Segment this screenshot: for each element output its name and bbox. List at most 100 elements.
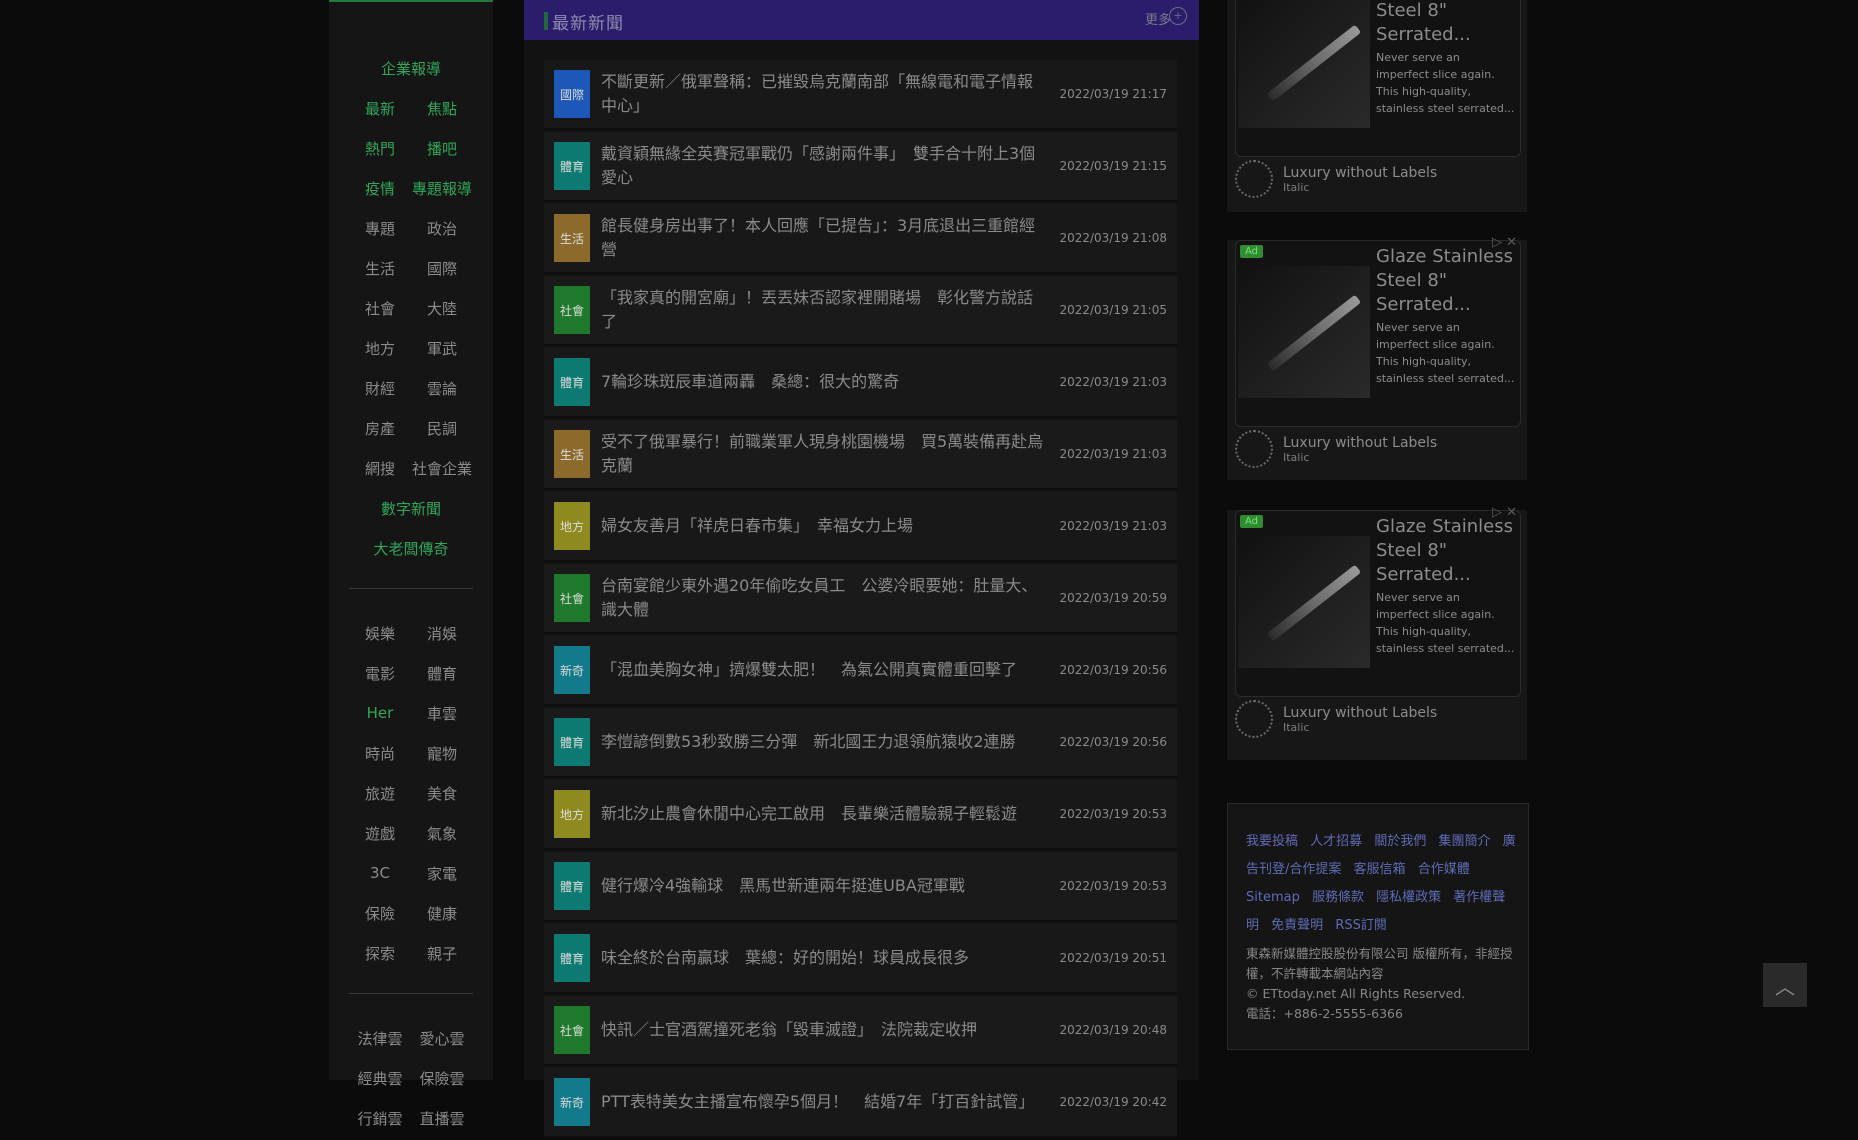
nav-link[interactable]: Her bbox=[349, 704, 411, 722]
nav-link[interactable]: 疫情 bbox=[349, 178, 411, 199]
nav-link[interactable]: 國際 bbox=[411, 258, 473, 279]
nav-link[interactable]: 探索 bbox=[349, 943, 411, 964]
footer-link[interactable]: RSS訂閱 bbox=[1335, 918, 1387, 933]
nav-link[interactable]: 電影 bbox=[349, 663, 411, 684]
news-title-link[interactable]: 「我家真的開宮廟」！丟丟妹否認家裡開賭場 彰化警方說話了 bbox=[601, 276, 1046, 344]
news-title-link[interactable]: PTT表特美女主播宣布懷孕5個月！ 結婚7年「打百針試管」 bbox=[601, 1068, 1046, 1136]
ad-title[interactable]: Glaze Stainless Steel 8" Serrated... bbox=[1376, 0, 1516, 47]
nav-link[interactable]: 寵物 bbox=[411, 743, 473, 764]
news-item[interactable]: 體育 7輪珍珠斑辰車道兩轟 桑總：很大的驚奇 2022/03/19 21:03 bbox=[544, 348, 1177, 418]
nav-link[interactable]: 行銷雲 bbox=[349, 1108, 411, 1129]
nav-link[interactable]: 經典雲 bbox=[349, 1068, 411, 1089]
category-badge[interactable]: 地方 bbox=[554, 502, 590, 550]
news-item[interactable]: 體育 健行爆冷4強輸球 黑馬世新連兩年挺進UBA冠軍戰 2022/03/19 20:… bbox=[544, 852, 1177, 922]
more-link[interactable]: 更多 bbox=[1145, 9, 1171, 28]
news-item[interactable]: 地方 新北汐止農會休閒中心完工啟用 長輩樂活體驗親子輕鬆遊 2022/03/19 2… bbox=[544, 780, 1177, 850]
knife-product-image[interactable] bbox=[1238, 266, 1370, 398]
ad-creative[interactable]: AdGlaze Stainless Steel 8" Serrated...Ne… bbox=[1235, 510, 1521, 697]
ad-creative[interactable]: AdGlaze Stainless Steel 8" Serrated...Ne… bbox=[1235, 240, 1521, 427]
category-badge[interactable]: 地方 bbox=[554, 790, 590, 838]
nav-link[interactable]: 焦點 bbox=[411, 98, 473, 119]
news-item[interactable]: 體育 戴資穎無緣全英賽冠軍戰仍「感謝兩件事」 雙手合十附上3個愛心 2022/03/… bbox=[544, 132, 1177, 202]
news-item[interactable]: 社會 快訊／士官酒駕撞死老翁「毀車滅證」 法院裁定收押 2022/03/19 20:… bbox=[544, 996, 1177, 1066]
news-item[interactable]: 生活 館長健身房出事了！本人回應「已提告」：3月底退出三重館經營 2022/03/1… bbox=[544, 204, 1177, 274]
footer-link[interactable]: 集團簡介 bbox=[1438, 834, 1490, 849]
ad-title[interactable]: Glaze Stainless Steel 8" Serrated... bbox=[1376, 515, 1516, 587]
footer-link[interactable]: 合作媒體 bbox=[1418, 862, 1470, 877]
footer-link[interactable]: 服務條款 bbox=[1312, 890, 1364, 905]
footer-link[interactable]: 免責聲明 bbox=[1271, 918, 1323, 933]
category-badge[interactable]: 社會 bbox=[554, 286, 590, 334]
ad-brand-row[interactable]: Luxury without Labels Italic bbox=[1235, 697, 1437, 741]
nav-link[interactable]: 3C bbox=[349, 864, 411, 882]
footer-link[interactable]: 我要投稿 bbox=[1246, 834, 1298, 849]
nav-link[interactable]: 旅遊 bbox=[349, 783, 411, 804]
back-to-top-button[interactable]: ︿ bbox=[1763, 963, 1807, 1007]
nav-link[interactable]: 熱門 bbox=[349, 138, 411, 159]
category-badge[interactable]: 體育 bbox=[554, 862, 590, 910]
nav-link[interactable]: 專題報導 bbox=[411, 178, 473, 199]
news-item[interactable]: 生活 受不了俄軍暴行！前職業軍人現身桃園機場 買5萬裝備再赴烏克蘭 2022/03/… bbox=[544, 420, 1177, 490]
category-badge[interactable]: 新奇 bbox=[554, 646, 590, 694]
category-badge[interactable]: 體育 bbox=[554, 718, 590, 766]
news-item[interactable]: 體育 李愷諺倒數53秒致勝三分彈 新北國王力退領航猿收2連勝 2022/03/19 … bbox=[544, 708, 1177, 778]
nav-link[interactable]: 美食 bbox=[411, 783, 473, 804]
ad-choices-close-icon[interactable]: ▷ ✕ bbox=[1492, 505, 1517, 520]
plus-circle-icon[interactable]: + bbox=[1169, 7, 1187, 25]
nav-link[interactable]: 體育 bbox=[411, 663, 473, 684]
news-title-link[interactable]: 味全終於台南贏球 葉總：好的開始！球員成長很多 bbox=[601, 924, 1046, 992]
news-item[interactable]: 國際 不斷更新／俄軍聲稱：已摧毀烏克蘭南部「無線電和電子情報中心」 2022/03/… bbox=[544, 60, 1177, 130]
category-badge[interactable]: 體育 bbox=[554, 358, 590, 406]
nav-link[interactable]: 地方 bbox=[349, 338, 411, 359]
news-title-link[interactable]: 台南宴館少東外遇20年偷吃女員工 公婆冷眼要她：肚量大、識大體 bbox=[601, 564, 1046, 632]
nav-link[interactable]: 數字新聞 bbox=[351, 498, 471, 519]
nav-link[interactable]: 軍武 bbox=[411, 338, 473, 359]
nav-link[interactable]: 雲論 bbox=[411, 378, 473, 399]
nav-link[interactable]: 氣象 bbox=[411, 823, 473, 844]
nav-link[interactable]: 企業報導 bbox=[351, 58, 471, 79]
nav-link[interactable]: 大陸 bbox=[411, 298, 473, 319]
nav-link[interactable]: 直播雲 bbox=[411, 1108, 473, 1129]
ad-card[interactable]: AdGlaze Stainless Steel 8" Serrated...Ne… bbox=[1227, 235, 1527, 480]
nav-link[interactable]: 民調 bbox=[411, 418, 473, 439]
news-item[interactable]: 社會 「我家真的開宮廟」！丟丟妹否認家裡開賭場 彰化警方說話了 2022/03/19… bbox=[544, 276, 1177, 346]
news-title-link[interactable]: 館長健身房出事了！本人回應「已提告」：3月底退出三重館經營 bbox=[601, 204, 1046, 272]
nav-link[interactable]: 車雲 bbox=[411, 703, 473, 724]
category-badge[interactable]: 社會 bbox=[554, 1006, 590, 1054]
category-badge[interactable]: 體育 bbox=[554, 142, 590, 190]
footer-link[interactable]: 關於我們 bbox=[1374, 834, 1426, 849]
nav-link[interactable]: 生活 bbox=[349, 258, 411, 279]
nav-link[interactable]: 消娛 bbox=[411, 623, 473, 644]
category-badge[interactable]: 社會 bbox=[554, 574, 590, 622]
category-badge[interactable]: 國際 bbox=[554, 70, 590, 118]
nav-link[interactable]: 財經 bbox=[349, 378, 411, 399]
ad-card[interactable]: AdGlaze Stainless Steel 8" Serrated...Ne… bbox=[1227, 0, 1527, 212]
news-title-link[interactable]: 7輪珍珠斑辰車道兩轟 桑總：很大的驚奇 bbox=[601, 348, 1046, 416]
knife-product-image[interactable] bbox=[1238, 0, 1370, 128]
news-item[interactable]: 社會 台南宴館少東外遇20年偷吃女員工 公婆冷眼要她：肚量大、識大體 2022/03… bbox=[544, 564, 1177, 634]
knife-product-image[interactable] bbox=[1238, 536, 1370, 668]
news-item[interactable]: 新奇 PTT表特美女主播宣布懷孕5個月！ 結婚7年「打百針試管」 2022/03/1… bbox=[544, 1068, 1177, 1138]
nav-link[interactable]: 家電 bbox=[411, 863, 473, 884]
news-item[interactable]: 地方 婦女友善月「祥虎日春市集」 幸福女力上場 2022/03/19 21:03 bbox=[544, 492, 1177, 562]
news-title-link[interactable]: 健行爆冷4強輸球 黑馬世新連兩年挺進UBA冠軍戰 bbox=[601, 852, 1046, 920]
news-title-link[interactable]: 快訊／士官酒駕撞死老翁「毀車滅證」 法院裁定收押 bbox=[601, 996, 1046, 1064]
nav-link[interactable]: 社會 bbox=[349, 298, 411, 319]
news-title-link[interactable]: 「混血美胸女神」擠爆雙太肥！ 為氣公開真實體重回擊了 bbox=[601, 636, 1046, 704]
news-title-link[interactable]: 不斷更新／俄軍聲稱：已摧毀烏克蘭南部「無線電和電子情報中心」 bbox=[601, 60, 1046, 128]
nav-link[interactable]: 健康 bbox=[411, 903, 473, 924]
news-title-link[interactable]: 李愷諺倒數53秒致勝三分彈 新北國王力退領航猿收2連勝 bbox=[601, 708, 1046, 776]
nav-link[interactable]: 保險 bbox=[349, 903, 411, 924]
news-title-link[interactable]: 受不了俄軍暴行！前職業軍人現身桃園機場 買5萬裝備再赴烏克蘭 bbox=[601, 420, 1046, 488]
ad-creative[interactable]: AdGlaze Stainless Steel 8" Serrated...Ne… bbox=[1235, 0, 1521, 157]
news-title-link[interactable]: 新北汐止農會休閒中心完工啟用 長輩樂活體驗親子輕鬆遊 bbox=[601, 780, 1046, 848]
category-badge[interactable]: 新奇 bbox=[554, 1078, 590, 1126]
category-badge[interactable]: 生活 bbox=[554, 430, 590, 478]
ad-card[interactable]: AdGlaze Stainless Steel 8" Serrated...Ne… bbox=[1227, 505, 1527, 760]
ad-brand-row[interactable]: Luxury without Labels Italic bbox=[1235, 427, 1437, 471]
nav-link[interactable]: 房產 bbox=[349, 418, 411, 439]
ad-brand-row[interactable]: Luxury without Labels Italic bbox=[1235, 157, 1437, 201]
footer-link[interactable]: 客服信箱 bbox=[1354, 862, 1406, 877]
footer-link[interactable]: 人才招募 bbox=[1310, 834, 1362, 849]
nav-link[interactable]: 娛樂 bbox=[349, 623, 411, 644]
